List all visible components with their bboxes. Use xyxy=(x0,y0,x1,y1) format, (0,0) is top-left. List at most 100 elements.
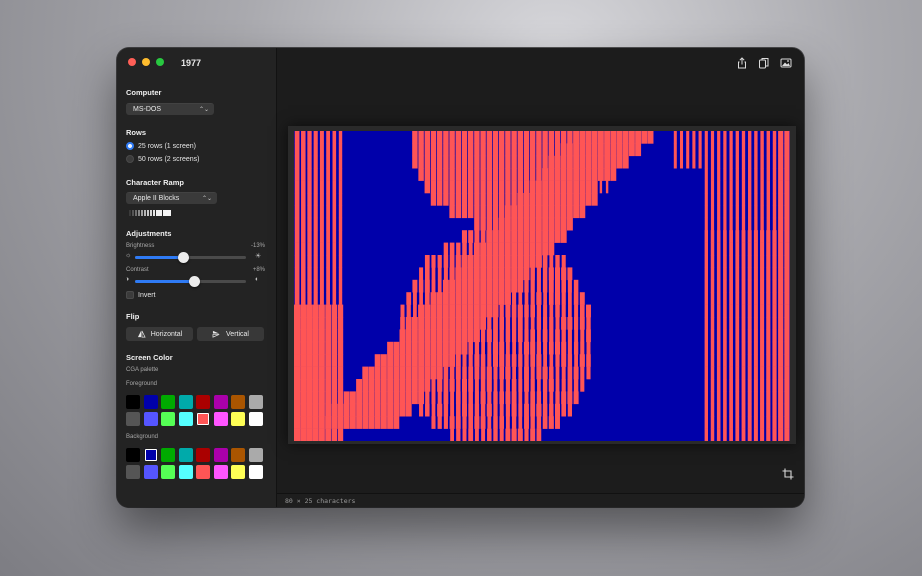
character-cell xyxy=(741,329,746,343)
character-cell xyxy=(760,267,765,281)
character-cell xyxy=(486,131,493,144)
character-cell xyxy=(326,242,330,256)
foreground-swatch[interactable] xyxy=(143,395,158,409)
foreground-swatch[interactable] xyxy=(196,395,210,409)
foreground-swatch[interactable] xyxy=(248,412,263,426)
character-cell xyxy=(778,317,784,330)
copy-button[interactable] xyxy=(756,56,772,70)
character-cell xyxy=(554,180,561,194)
computer-select[interactable]: MS-DOS ⌃⌄ xyxy=(126,103,214,115)
slider-knob[interactable] xyxy=(178,252,190,263)
rows-option-25[interactable]: 25 rows (1 screen) xyxy=(126,142,196,150)
character-cell xyxy=(579,155,586,169)
checkbox[interactable] xyxy=(126,291,134,299)
rows-option-50[interactable]: 50 rows (2 screens) xyxy=(126,155,199,163)
foreground-swatch[interactable] xyxy=(161,395,175,409)
background-swatch[interactable] xyxy=(231,465,245,479)
character-cell xyxy=(487,341,492,355)
character-cell xyxy=(412,155,418,169)
brightness-slider[interactable] xyxy=(135,252,246,263)
character-cell xyxy=(530,317,535,330)
character-cell xyxy=(387,416,394,429)
background-swatch[interactable] xyxy=(248,448,263,462)
character-cell xyxy=(548,230,555,243)
radio-unselected-icon[interactable] xyxy=(126,155,134,163)
character-cell xyxy=(543,317,548,330)
foreground-swatch[interactable] xyxy=(213,412,228,426)
foreground-swatch[interactable] xyxy=(161,412,175,426)
foreground-swatch[interactable] xyxy=(248,395,263,409)
background-swatch[interactable] xyxy=(178,465,193,479)
character-cell xyxy=(312,391,319,405)
ramp-select[interactable]: Apple II Blocks ⌃⌄ xyxy=(126,192,217,204)
background-swatch[interactable] xyxy=(231,448,245,462)
character-cell xyxy=(741,180,746,194)
character-cell xyxy=(735,317,740,330)
character-cell xyxy=(436,155,443,169)
flip-vertical-button[interactable]: Vertical xyxy=(197,327,264,341)
background-swatch[interactable] xyxy=(248,465,263,479)
character-cell xyxy=(524,391,529,405)
foreground-swatch[interactable] xyxy=(126,412,140,426)
radio-selected-icon[interactable] xyxy=(126,142,134,150)
foreground-swatch[interactable] xyxy=(178,395,193,409)
background-swatch[interactable] xyxy=(143,465,158,479)
zoom-button[interactable] xyxy=(156,58,164,66)
background-swatch[interactable] xyxy=(161,465,175,479)
contrast-slider[interactable] xyxy=(135,276,246,287)
character-cell xyxy=(325,304,331,318)
character-cell xyxy=(710,428,715,441)
character-cell xyxy=(555,255,560,268)
character-cell xyxy=(326,193,330,206)
character-cell xyxy=(332,230,337,243)
background-swatch[interactable] xyxy=(196,448,210,462)
foreground-swatch[interactable] xyxy=(196,412,210,426)
character-cell xyxy=(325,403,331,417)
character-cell xyxy=(436,304,443,318)
minimize-button[interactable] xyxy=(142,58,150,66)
character-cell xyxy=(499,354,505,367)
background-swatch[interactable] xyxy=(178,448,193,462)
flip-horizontal-button[interactable]: Horizontal xyxy=(126,327,193,341)
character-cell xyxy=(530,416,535,429)
background-swatch[interactable] xyxy=(213,465,228,479)
foreground-swatch[interactable] xyxy=(126,395,140,409)
character-cell xyxy=(561,391,567,405)
character-cell xyxy=(301,180,306,194)
background-swatch[interactable] xyxy=(126,448,140,462)
background-swatch[interactable] xyxy=(196,465,210,479)
foreground-swatch[interactable] xyxy=(231,412,245,426)
character-cell xyxy=(481,341,486,355)
character-cell xyxy=(616,143,623,157)
character-cell xyxy=(760,341,765,355)
crop-button[interactable] xyxy=(782,467,794,480)
slider-knob[interactable] xyxy=(189,276,201,287)
background-palette xyxy=(126,448,263,479)
character-cell xyxy=(294,155,300,169)
character-cell xyxy=(517,193,524,206)
close-button[interactable] xyxy=(128,58,136,66)
foreground-swatch[interactable] xyxy=(178,412,193,426)
character-cell xyxy=(473,329,480,343)
export-image-button[interactable] xyxy=(778,56,794,70)
background-swatch[interactable] xyxy=(126,465,140,479)
background-swatch[interactable] xyxy=(161,448,175,462)
background-swatch[interactable] xyxy=(213,448,228,462)
invert-toggle[interactable]: Invert xyxy=(126,291,156,299)
foreground-swatch[interactable] xyxy=(231,395,245,409)
character-cell xyxy=(597,168,604,181)
background-swatch[interactable] xyxy=(143,448,158,462)
character-cell xyxy=(679,131,684,144)
character-cell xyxy=(760,193,764,206)
character-cell xyxy=(579,193,586,206)
character-cell xyxy=(313,131,318,144)
character-cell xyxy=(741,317,746,330)
foreground-swatch[interactable] xyxy=(143,412,158,426)
character-cell xyxy=(294,180,300,194)
character-cell xyxy=(480,242,487,256)
ascii-art-canvas[interactable] xyxy=(294,131,790,441)
share-button[interactable] xyxy=(734,56,750,70)
foreground-swatch[interactable] xyxy=(213,395,228,409)
character-cell xyxy=(573,155,580,169)
character-cell xyxy=(778,341,784,355)
